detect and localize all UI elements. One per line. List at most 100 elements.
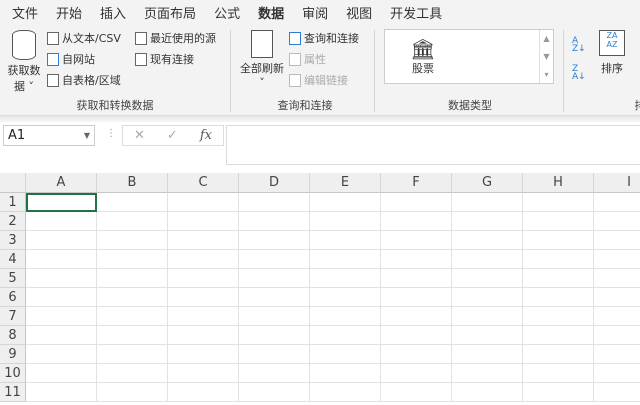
tab-5[interactable]: 数据 xyxy=(258,3,285,27)
cell-B6[interactable] xyxy=(97,288,168,307)
cell-E1[interactable] xyxy=(310,193,381,212)
insert-function-icon[interactable]: fx xyxy=(200,128,212,143)
edit-links-button[interactable]: 编辑链接 xyxy=(289,72,348,88)
cell-C5[interactable] xyxy=(168,269,239,288)
cell-E5[interactable] xyxy=(310,269,381,288)
chevron-down-icon[interactable]: ▼ xyxy=(84,128,90,143)
cell-F4[interactable] xyxy=(381,250,452,269)
cell-H3[interactable] xyxy=(523,231,594,250)
row-header-9[interactable]: 9 xyxy=(0,345,26,364)
cell-H2[interactable] xyxy=(523,212,594,231)
cell-G8[interactable] xyxy=(452,326,523,345)
cell-D11[interactable] xyxy=(239,383,310,402)
tab-4[interactable]: 公式 xyxy=(214,3,240,22)
tab-7[interactable]: 视图 xyxy=(346,3,372,22)
sort-button[interactable]: ZA AZ 排序 xyxy=(594,30,630,76)
cell-I2[interactable] xyxy=(594,212,640,231)
scroll-up-icon[interactable]: ▲ xyxy=(540,30,553,48)
cell-A11[interactable] xyxy=(26,383,97,402)
cell-F9[interactable] xyxy=(381,345,452,364)
cell-C1[interactable] xyxy=(168,193,239,212)
row-header-3[interactable]: 3 xyxy=(0,231,26,250)
cell-D10[interactable] xyxy=(239,364,310,383)
cell-E2[interactable] xyxy=(310,212,381,231)
cell-C2[interactable] xyxy=(168,212,239,231)
row-header-5[interactable]: 5 xyxy=(0,269,26,288)
cell-A6[interactable] xyxy=(26,288,97,307)
from-table-button[interactable]: 自表格/区域 xyxy=(47,72,121,88)
row-header-1[interactable]: 1 xyxy=(0,193,26,212)
cell-B3[interactable] xyxy=(97,231,168,250)
cell-I4[interactable] xyxy=(594,250,640,269)
tab-1[interactable]: 开始 xyxy=(56,3,82,22)
cell-F8[interactable] xyxy=(381,326,452,345)
cell-C10[interactable] xyxy=(168,364,239,383)
cell-G4[interactable] xyxy=(452,250,523,269)
cell-D6[interactable] xyxy=(239,288,310,307)
cell-G9[interactable] xyxy=(452,345,523,364)
cell-E11[interactable] xyxy=(310,383,381,402)
column-header-E[interactable]: E xyxy=(310,173,381,193)
cell-B7[interactable] xyxy=(97,307,168,326)
cell-I3[interactable] xyxy=(594,231,640,250)
cell-G5[interactable] xyxy=(452,269,523,288)
cell-H4[interactable] xyxy=(523,250,594,269)
cell-B9[interactable] xyxy=(97,345,168,364)
cell-D9[interactable] xyxy=(239,345,310,364)
cell-C8[interactable] xyxy=(168,326,239,345)
queries-connections-button[interactable]: 查询和连接 xyxy=(289,30,359,46)
cell-D3[interactable] xyxy=(239,231,310,250)
cell-A9[interactable] xyxy=(26,345,97,364)
cell-I1[interactable] xyxy=(594,193,640,212)
column-header-B[interactable]: B xyxy=(97,173,168,193)
cell-H9[interactable] xyxy=(523,345,594,364)
cell-C6[interactable] xyxy=(168,288,239,307)
column-header-I[interactable]: I xyxy=(594,173,640,193)
column-header-F[interactable]: F xyxy=(381,173,452,193)
cell-F3[interactable] xyxy=(381,231,452,250)
cell-D7[interactable] xyxy=(239,307,310,326)
cell-H10[interactable] xyxy=(523,364,594,383)
expand-gallery-icon[interactable]: ▾ xyxy=(540,66,553,84)
cell-E3[interactable] xyxy=(310,231,381,250)
column-header-D[interactable]: D xyxy=(239,173,310,193)
cell-H8[interactable] xyxy=(523,326,594,345)
row-header-11[interactable]: 11 xyxy=(0,383,26,402)
sort-ascending-button[interactable]: A Z↓ xyxy=(572,37,586,54)
cell-F7[interactable] xyxy=(381,307,452,326)
row-header-2[interactable]: 2 xyxy=(0,212,26,231)
cancel-icon[interactable]: ✕ xyxy=(134,128,145,143)
row-header-10[interactable]: 10 xyxy=(0,364,26,383)
tab-8[interactable]: 开发工具 xyxy=(390,3,442,22)
column-header-C[interactable]: C xyxy=(168,173,239,193)
cell-B2[interactable] xyxy=(97,212,168,231)
refresh-all-button[interactable]: 全部刷新 ˅ xyxy=(237,30,287,89)
cell-A1[interactable] xyxy=(26,193,97,212)
cell-G1[interactable] xyxy=(452,193,523,212)
cell-D5[interactable] xyxy=(239,269,310,288)
cell-C11[interactable] xyxy=(168,383,239,402)
cell-G3[interactable] xyxy=(452,231,523,250)
get-data-button[interactable]: 获取数 据 ˅ xyxy=(4,30,44,94)
cell-H5[interactable] xyxy=(523,269,594,288)
tab-3[interactable]: 页面布局 xyxy=(144,3,196,22)
select-all-corner[interactable] xyxy=(0,173,26,193)
cell-I10[interactable] xyxy=(594,364,640,383)
drag-handle-icon[interactable]: ⋮ xyxy=(106,128,116,139)
cell-F5[interactable] xyxy=(381,269,452,288)
cell-F2[interactable] xyxy=(381,212,452,231)
recent-sources-button[interactable]: 最近使用的源 xyxy=(135,30,216,46)
column-header-A[interactable]: A xyxy=(26,173,97,193)
cell-B5[interactable] xyxy=(97,269,168,288)
row-header-6[interactable]: 6 xyxy=(0,288,26,307)
cell-C3[interactable] xyxy=(168,231,239,250)
cell-B1[interactable] xyxy=(97,193,168,212)
row-header-4[interactable]: 4 xyxy=(0,250,26,269)
from-csv-button[interactable]: 从文本/CSV xyxy=(47,30,121,46)
from-web-button[interactable]: 自网站 xyxy=(47,51,95,67)
cell-A2[interactable] xyxy=(26,212,97,231)
cell-H6[interactable] xyxy=(523,288,594,307)
tab-0[interactable]: 文件 xyxy=(12,3,38,22)
cell-C7[interactable] xyxy=(168,307,239,326)
enter-icon[interactable]: ✓ xyxy=(167,128,178,143)
